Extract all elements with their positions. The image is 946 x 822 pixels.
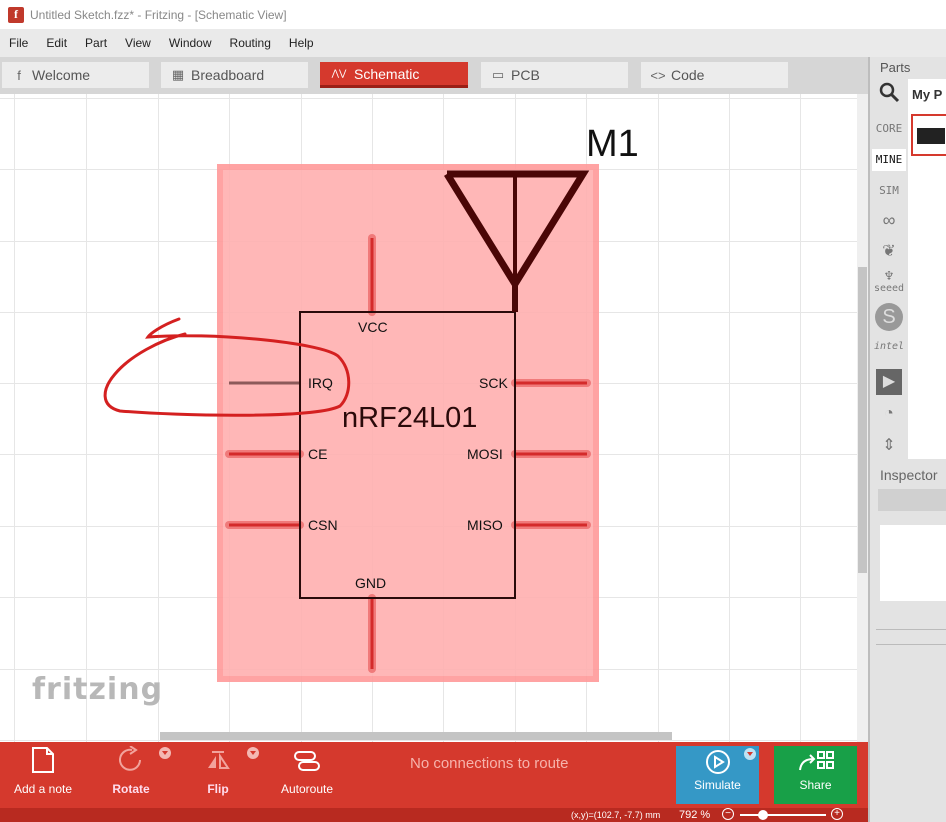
share-button[interactable]: Share xyxy=(774,746,857,804)
chip-image xyxy=(917,128,945,144)
zoom-in-icon[interactable]: + xyxy=(831,808,843,820)
menu-routing[interactable]: Routing xyxy=(221,36,280,50)
simulate-label: Simulate xyxy=(694,778,741,792)
autoroute-label: Autoroute xyxy=(280,782,334,796)
bin-seeed-label: seeed xyxy=(873,283,905,294)
play-bin-icon[interactable]: ▶ xyxy=(876,369,902,395)
bin-mine[interactable]: MINE xyxy=(872,149,906,171)
zoom-level: 792 % xyxy=(679,809,711,821)
menu-help[interactable]: Help xyxy=(280,36,323,50)
tab-welcome[interactable]: f Welcome xyxy=(2,62,149,88)
vertical-scroll-thumb[interactable] xyxy=(858,267,867,573)
status-bar: (x,y)=(102.7, -7.7) mm 792 % − + xyxy=(0,808,868,822)
zoom-out-icon[interactable]: − xyxy=(722,808,734,820)
fritzing-watermark-logo: fritzing xyxy=(32,672,164,707)
add-note-label: Add a note xyxy=(13,782,73,796)
snootlab-s-icon[interactable]: S xyxy=(875,303,903,331)
breadboard-icon: ▦ xyxy=(171,67,185,82)
inspector-divider xyxy=(876,644,946,645)
title-bar: f Untitled Sketch.fzz* - Fritzing - [Sch… xyxy=(0,0,946,29)
bin-core[interactable]: CORE xyxy=(872,119,906,139)
fritzing-f-icon: f xyxy=(17,67,21,83)
inspector-divider xyxy=(876,629,946,630)
menu-edit[interactable]: Edit xyxy=(37,36,76,50)
horizontal-scrollbar[interactable] xyxy=(0,730,857,741)
inspector-preview xyxy=(880,525,946,601)
bin-sim[interactable]: SIM xyxy=(872,181,906,201)
flip-dropdown-icon[interactable] xyxy=(247,747,259,759)
fritzing-app-icon: f xyxy=(8,6,24,23)
simulate-dropdown-icon[interactable] xyxy=(744,748,756,760)
routing-status-text: No connections to route xyxy=(410,755,569,772)
bin-title: My P xyxy=(912,87,943,102)
note-icon xyxy=(30,742,56,778)
pcb-icon: ▭ xyxy=(491,67,505,82)
rotate-icon xyxy=(116,742,146,778)
tab-label: Schematic xyxy=(354,65,420,82)
pin-label-csn: CSN xyxy=(308,517,338,533)
menu-view[interactable]: View xyxy=(116,36,160,50)
pin-label-gnd: GND xyxy=(355,575,386,591)
inspector-title: Inspector xyxy=(880,467,938,483)
bin-intel[interactable]: intel xyxy=(872,341,906,352)
view-tab-bar: f Welcome ▦ Breadboard ⋀⋁ Schematic ▭ PC… xyxy=(0,57,868,94)
autoroute-icon xyxy=(292,742,322,778)
menu-part[interactable]: Part xyxy=(76,36,116,50)
tab-pcb[interactable]: ▭ PCB xyxy=(481,62,628,88)
tab-label: Code xyxy=(671,67,705,83)
tab-breadboard[interactable]: ▦ Breadboard xyxy=(161,62,308,88)
schematic-drawing: M1 nRF24L01 VCC IRQ CE CSN GND SCK MOSI … xyxy=(103,123,639,682)
arduino-icon[interactable]: ∞ xyxy=(876,207,902,233)
sparkfun-flame-icon[interactable]: ❦ xyxy=(876,239,902,265)
zoom-slider[interactable] xyxy=(740,814,826,816)
tab-label: Breadboard xyxy=(191,67,265,83)
part-name-label: nRF24L01 xyxy=(342,402,477,434)
bottom-toolbar: Add a note Rotate Flip Autoroute No conn… xyxy=(0,742,868,808)
schematic-canvas[interactable]: M1 nRF24L01 VCC IRQ CE CSN GND SCK MOSI … xyxy=(0,94,857,742)
pin-label-sck: SCK xyxy=(479,375,508,391)
part-label-m1: M1 xyxy=(586,123,639,165)
pin-label-miso: MISO xyxy=(467,517,503,533)
contrib-bin-icon[interactable]: ◔ xyxy=(876,401,902,427)
window-title: Untitled Sketch.fzz* - Fritzing - [Schem… xyxy=(30,7,287,22)
pin-label-ce: CE xyxy=(308,446,327,462)
play-icon xyxy=(705,746,731,778)
share-label: Share xyxy=(799,778,832,792)
pin-label-irq: IRQ xyxy=(308,375,333,391)
right-dock-panel: Parts CORE MINE SIM ∞ ❦ ♆ seeed S intel … xyxy=(868,57,946,822)
code-icon: <> xyxy=(650,67,666,83)
rotate-button[interactable]: Rotate xyxy=(108,742,154,808)
parts-panel-title: Parts xyxy=(880,60,911,75)
bin-seeed[interactable]: ♆ seeed xyxy=(872,269,906,295)
tab-schematic[interactable]: ⋀⋁ Schematic xyxy=(320,62,468,88)
cursor-coordinates: (x,y)=(102.7, -7.7) mm xyxy=(571,810,661,820)
inspector-header-bar xyxy=(878,489,946,511)
zoom-slider-handle[interactable] xyxy=(758,810,769,820)
parts-bin-list: CORE MINE SIM ∞ ❦ ♆ seeed S intel ▶ ◔ ⇕ xyxy=(872,79,906,459)
flip-label: Flip xyxy=(207,782,229,796)
schematic-icon: ⋀⋁ xyxy=(331,68,347,78)
share-icon xyxy=(797,746,835,778)
autoroute-button[interactable]: Autoroute xyxy=(278,742,336,808)
more-bins-icon[interactable]: ⇕ xyxy=(876,433,902,459)
menu-window[interactable]: Window xyxy=(160,36,221,50)
tab-label: Welcome xyxy=(32,67,91,83)
tab-label: PCB xyxy=(511,67,540,83)
my-parts-bin: My P xyxy=(908,79,946,459)
tab-code[interactable]: <> Code xyxy=(641,62,788,88)
bin-part-thumbnail[interactable] xyxy=(911,114,946,156)
flip-icon xyxy=(204,742,232,778)
menu-bar: File Edit Part View Window Routing Help xyxy=(0,29,946,57)
flip-button[interactable]: Flip xyxy=(200,742,236,808)
horizontal-scroll-thumb[interactable] xyxy=(160,732,672,740)
vertical-scrollbar[interactable] xyxy=(857,94,868,742)
rotate-dropdown-icon[interactable] xyxy=(159,747,171,759)
rotate-label: Rotate xyxy=(112,782,150,796)
pin-label-vcc: VCC xyxy=(358,319,388,335)
add-note-button[interactable]: Add a note xyxy=(12,742,74,808)
search-icon[interactable] xyxy=(876,81,902,107)
pin-label-mosi: MOSI xyxy=(467,446,503,462)
menu-file[interactable]: File xyxy=(0,36,37,50)
